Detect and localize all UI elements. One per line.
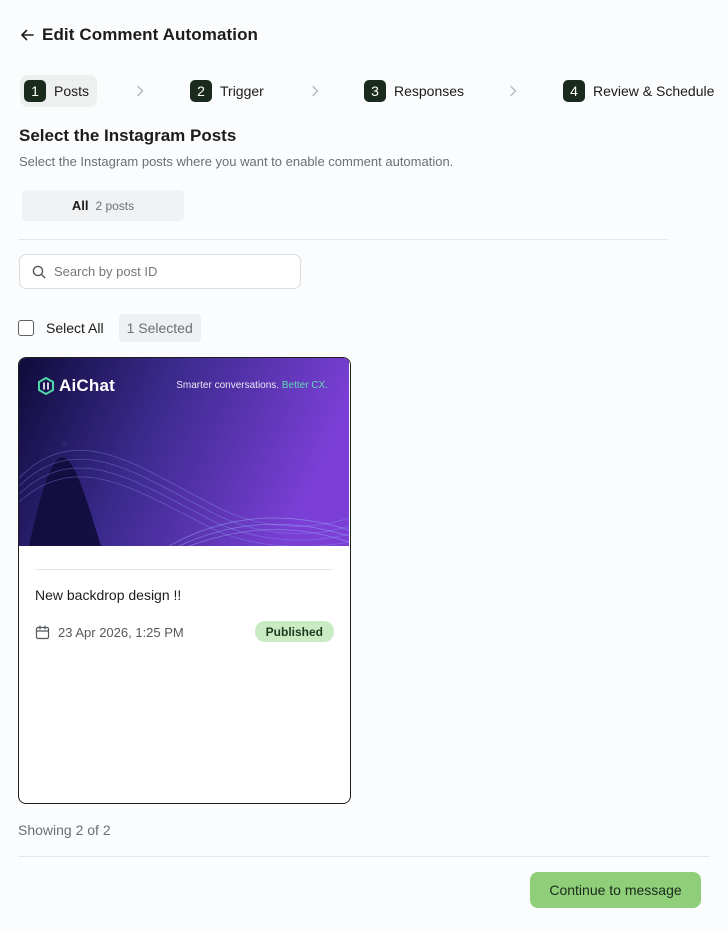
step-trigger[interactable]: 2 Trigger — [190, 75, 264, 107]
post-meta: 23 Apr 2026, 1:25 PM — [35, 622, 184, 642]
tagline-highlight: Better CX. — [281, 380, 328, 391]
post-card[interactable]: AiChat Smarter conversations. Better CX.… — [18, 357, 351, 804]
chevron-right-icon — [312, 85, 319, 97]
post-thumbnail: AiChat Smarter conversations. Better CX. — [19, 358, 349, 546]
selected-count-badge: 1 Selected — [118, 314, 201, 342]
post-title: New backdrop design !! — [35, 587, 182, 603]
calendar-icon — [35, 624, 50, 639]
footer-divider — [18, 856, 710, 857]
search-input[interactable] — [54, 264, 284, 279]
post-date: 23 Apr 2026, 1:25 PM — [58, 624, 184, 640]
step-posts[interactable]: 1 Posts — [20, 75, 98, 107]
search-icon — [32, 265, 46, 278]
tagline-main: Smarter conversations. — [176, 380, 280, 391]
card-divider — [35, 569, 333, 570]
pagination-summary: Showing 2 of 2 — [18, 822, 111, 838]
brand-logo: AiChat — [38, 376, 115, 396]
filter-tab-count: 2 posts — [95, 198, 135, 213]
select-all-label: Select All — [46, 320, 104, 336]
step-label: Trigger — [220, 83, 264, 99]
post-tagline: Smarter conversations. Better CX. — [176, 380, 328, 391]
step-responses[interactable]: 3 Responses — [364, 75, 464, 107]
chevron-right-icon — [510, 85, 517, 97]
step-label: Responses — [394, 83, 465, 99]
step-number: 4 — [563, 80, 585, 102]
arrow-left-icon[interactable] — [20, 28, 34, 42]
chevron-right-icon — [137, 85, 144, 97]
filter-tab-all[interactable]: All 2 posts — [22, 190, 184, 221]
stepper: 1 Posts 2 Trigger 3 Responses 4 Review &… — [0, 75, 728, 107]
step-label: Review & Schedule — [593, 83, 715, 99]
aichat-logo-icon — [38, 377, 54, 395]
step-number: 3 — [364, 80, 386, 102]
page-title: Edit Comment Automation — [42, 25, 259, 44]
page-header: Edit Comment Automation — [20, 24, 258, 46]
section-title: Select the Instagram Posts — [19, 126, 237, 145]
section-subtitle: Select the Instagram posts where you wan… — [19, 154, 454, 169]
step-label: Posts — [54, 83, 90, 99]
filter-tab-label: All — [71, 198, 89, 213]
continue-button[interactable]: Continue to message — [530, 872, 701, 908]
step-number: 1 — [24, 80, 46, 102]
step-review-schedule[interactable]: 4 Review & Schedule — [563, 75, 714, 107]
divider — [18, 239, 668, 240]
step-number: 2 — [190, 80, 212, 102]
selection-row: Select All 1 Selected — [18, 314, 201, 342]
brand-name: AiChat — [59, 376, 115, 395]
search-box — [19, 254, 301, 289]
status-badge: Published — [254, 621, 334, 642]
select-all-checkbox[interactable] — [18, 320, 34, 336]
